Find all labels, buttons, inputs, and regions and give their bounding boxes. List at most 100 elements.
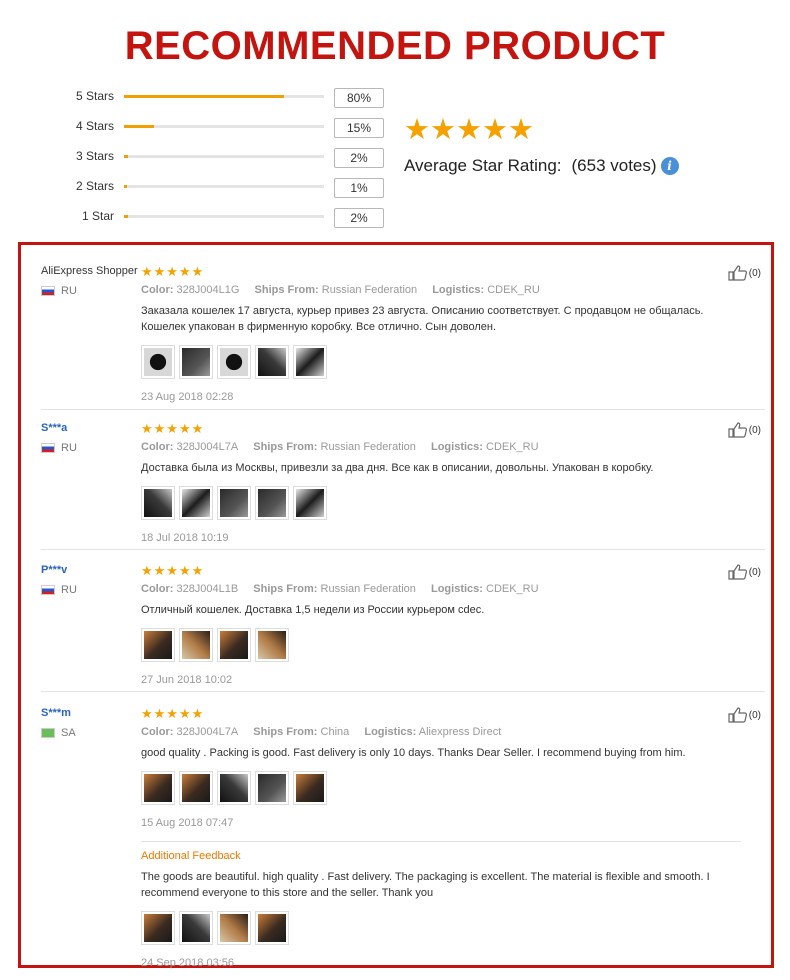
ships-from-value: Russian Federation [320,441,416,453]
review-item: S***m SA ★★★★★ Color: 328J004L7A Ships F… [41,707,765,969]
review-content: ★★★★★ Color: 328J004L1G Ships From: Russ… [141,265,741,403]
color-label: Color: [141,583,174,595]
logistics-label: Logistics: [432,284,485,296]
review-item: P***v RU ★★★★★ Color: 328J004L1B Ships F… [41,564,765,692]
rating-row-percent: 15% [334,118,384,138]
review-photo[interactable] [293,486,327,520]
review-author: AliExpress Shopper [41,265,138,277]
review-photo[interactable] [293,345,327,379]
rating-bar-track [124,155,324,158]
like-button[interactable]: (0) [728,265,761,281]
rating-bar-track [124,125,324,128]
country-code: SA [61,727,76,739]
review-country: RU [41,584,77,596]
review-text: Заказала кошелек 17 августа, курьер прив… [141,305,704,333]
review-photo[interactable] [179,345,213,379]
review-photo[interactable] [217,345,251,379]
review-date: 23 Aug 2018 02:28 [141,391,234,403]
like-button[interactable]: (0) [728,422,761,438]
review-photo[interactable] [255,771,289,805]
ships-from-value: Russian Federation [320,583,416,595]
review-stars: ★★★★★ [141,264,205,279]
rating-bar-track [124,185,324,188]
rating-bar-track [124,215,324,218]
logistics-label: Logistics: [364,726,417,738]
rating-row-label: 1 Star [81,209,114,223]
rating-row-label: 3 Stars [75,149,114,163]
thumbs-up-icon [728,564,747,580]
review-author: S***a [41,422,68,434]
rating-row[interactable]: 1 Star 2% [60,206,390,236]
additional-feedback-title: Additional Feedback [141,850,241,862]
rating-row[interactable]: 4 Stars 15% [60,116,390,146]
info-icon[interactable]: i [660,157,679,175]
russia-flag-icon [41,286,55,296]
like-count: (0) [748,424,761,436]
logistics-label: Logistics: [430,441,483,453]
thumbs-up-icon [728,422,747,438]
review-photo[interactable] [293,771,327,805]
review-country: SA [41,727,76,739]
ships-from-label: Ships From: [254,284,319,296]
review-photo[interactable] [141,628,175,662]
review-photo[interactable] [179,771,213,805]
review-photo[interactable] [141,911,175,945]
like-count: (0) [748,267,761,279]
review-stars: ★★★★★ [141,421,205,436]
additional-feedback-photos [141,911,741,945]
color-label: Color: [141,441,174,453]
review-stars: ★★★★★ [141,563,205,578]
additional-feedback: Additional Feedback The goods are beauti… [141,841,741,969]
review-photos [141,486,741,520]
review-photo[interactable] [217,911,251,945]
review-date: 27 Jun 2018 10:02 [141,674,233,686]
review-meta: Color: 328J004L1B Ships From: Russian Fe… [141,583,741,595]
logistics-value: CDEK_RU [487,284,540,296]
review-photo[interactable] [217,486,251,520]
review-photo[interactable] [255,345,289,379]
reviews-frame: AliExpress Shopper RU ★★★★★ Color: 328J0… [18,242,774,969]
review-photo[interactable] [179,911,213,945]
review-photo[interactable] [255,628,289,662]
russia-flag-icon [41,585,55,595]
rating-row[interactable]: 2 Stars 1% [60,176,390,206]
review-photos [141,345,741,379]
logistics-value: Aliexpress Direct [418,726,502,738]
review-content: ★★★★★ Color: 328J004L7A Ships From: Chin… [141,707,741,969]
ships-from-label: Ships From: [253,583,318,595]
review-item: S***a RU ★★★★★ Color: 328J004L7A Ships F… [41,422,765,550]
like-button[interactable]: (0) [728,564,761,580]
ships-from-label: Ships From: [253,726,318,738]
rating-bar-track [124,95,324,98]
rating-bar-fill [124,95,284,98]
review-photo[interactable] [217,628,251,662]
vote-count: (653 votes) [571,156,657,175]
like-button[interactable]: (0) [728,707,761,723]
review-photo[interactable] [141,345,175,379]
review-content: ★★★★★ Color: 328J004L1B Ships From: Russ… [141,564,741,686]
rating-row[interactable]: 5 Stars 80% [60,86,390,116]
country-code: RU [61,442,77,454]
rating-histogram: 5 Stars 80% 4 Stars 15% 3 Stars 2% 2 Sta… [60,86,390,236]
thumbs-up-icon [728,265,747,281]
review-photo[interactable] [179,486,213,520]
review-text: good quality . Packing is good. Fast del… [141,747,686,759]
rating-row[interactable]: 3 Stars 2% [60,146,390,176]
review-photo[interactable] [179,628,213,662]
review-photo[interactable] [255,486,289,520]
logistics-value: CDEK_RU [486,583,539,595]
review-date: 18 Jul 2018 10:19 [141,532,229,544]
logistics-value: CDEK_RU [486,441,539,453]
review-photo[interactable] [141,771,175,805]
review-photo[interactable] [141,486,175,520]
review-photo[interactable] [255,911,289,945]
rating-bar-fill [124,215,128,218]
average-rating-label: Average Star Rating: [404,156,562,175]
saudi-flag-icon [41,728,55,738]
additional-feedback-date: 24 Sep 2018 03:56 [141,957,234,969]
rating-row-percent: 2% [334,208,384,228]
rating-row-percent: 80% [334,88,384,108]
rating-row-label: 5 Stars [75,89,114,103]
review-stars: ★★★★★ [141,706,205,721]
review-photo[interactable] [217,771,251,805]
